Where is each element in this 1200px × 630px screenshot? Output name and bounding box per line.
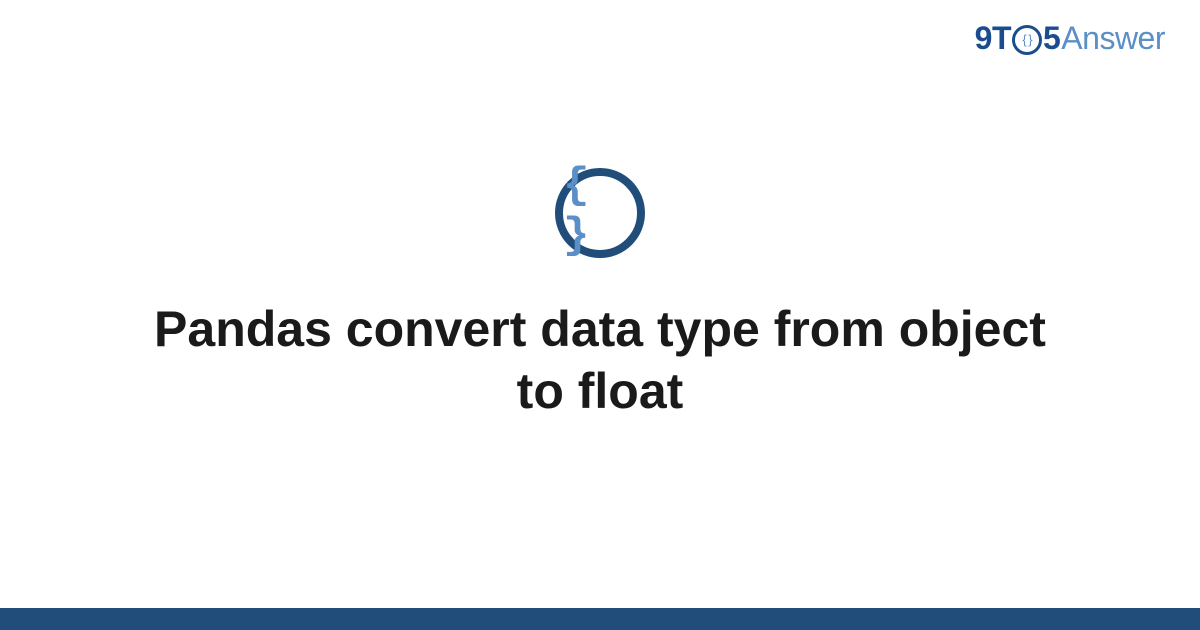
code-braces-icon: { } <box>555 168 645 258</box>
question-title: Pandas convert data type from object to … <box>150 298 1050 423</box>
bottom-accent-bar <box>0 608 1200 630</box>
content-area: { } Pandas convert data type from object… <box>0 0 1200 630</box>
braces-glyph: { } <box>563 161 637 261</box>
